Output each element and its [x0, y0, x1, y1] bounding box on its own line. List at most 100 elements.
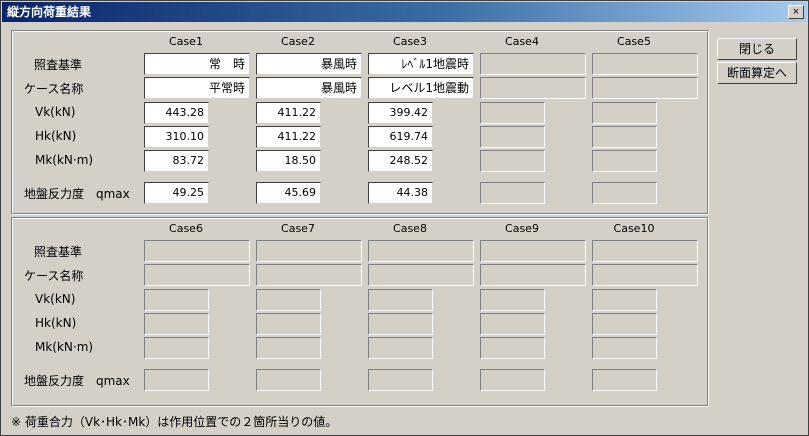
case6-mk-field[interactable]	[144, 337, 209, 359]
case7-qmax-field[interactable]	[256, 369, 321, 391]
footnote: ※ 荷重合力（Vk･Hk･Mk）は作用位置での２箇所当りの値。	[11, 415, 338, 429]
field-value: 平常時	[208, 81, 245, 95]
row-label-name: ケース名称	[24, 82, 84, 96]
row-label-name: ケース名称	[24, 269, 84, 283]
row-label-qmax: 地盤反力度 qmax	[24, 187, 130, 201]
case8-vk-field[interactable]	[368, 289, 433, 311]
case10-name-field[interactable]	[592, 264, 698, 286]
field-value: 399.42	[389, 106, 429, 119]
case-header: Case5	[617, 35, 651, 48]
case4-name-field[interactable]	[480, 77, 586, 99]
case6-vk-field[interactable]	[144, 289, 209, 311]
row-label-mk: Mk(kN·m)	[35, 340, 94, 354]
field-value: 619.74	[389, 130, 429, 143]
case3-mk-field[interactable]: 248.52	[368, 150, 433, 172]
close-button[interactable]: 閉じる	[717, 38, 797, 60]
case5-qmax-field[interactable]	[592, 182, 657, 204]
case3-qmax-field[interactable]: 44.38	[368, 182, 433, 204]
case8-criteria-field[interactable]	[368, 240, 474, 262]
case1-vk-field[interactable]: 443.28	[144, 102, 209, 124]
case8-qmax-field[interactable]	[368, 369, 433, 391]
case2-hk-field[interactable]: 411.22	[256, 126, 321, 148]
case-header: Case10	[613, 222, 655, 235]
field-value: 常 時	[208, 57, 245, 71]
window-title: 縦方向荷重結果	[7, 5, 92, 19]
case-header: Case9	[505, 222, 539, 235]
top-cases-panel: Case1 Case2 Case3 Case4 Case5 照査基準 ケース名称 Vk(kN)…	[11, 30, 709, 215]
case1-hk-field[interactable]: 310.10	[144, 126, 209, 148]
case8-mk-field[interactable]	[368, 337, 433, 359]
case4-qmax-field[interactable]	[480, 182, 545, 204]
field-value: 443.28	[165, 106, 205, 119]
case9-criteria-field[interactable]	[480, 240, 586, 262]
case4-mk-field[interactable]	[480, 150, 545, 172]
case5-mk-field[interactable]	[592, 150, 657, 172]
row-label-criteria: 照査基準	[34, 58, 83, 72]
case1-name-field[interactable]: 平常時	[144, 77, 250, 99]
field-value: 411.22	[277, 106, 317, 119]
case7-mk-field[interactable]	[256, 337, 321, 359]
case9-mk-field[interactable]	[480, 337, 545, 359]
field-value: 411.22	[277, 130, 317, 143]
field-value: 45.69	[284, 186, 317, 199]
case6-criteria-field[interactable]	[144, 240, 250, 262]
section-calc-button[interactable]: 断面算定へ	[717, 62, 797, 84]
case7-hk-field[interactable]	[256, 313, 321, 335]
case8-name-field[interactable]	[368, 264, 474, 286]
case6-hk-field[interactable]	[144, 313, 209, 335]
case4-hk-field[interactable]	[480, 126, 545, 148]
case10-hk-field[interactable]	[592, 313, 657, 335]
title-bar[interactable]: 縦方向荷重結果 ×	[2, 2, 807, 22]
case3-vk-field[interactable]: 399.42	[368, 102, 433, 124]
field-value: 310.10	[165, 130, 205, 143]
field-value: 暴風時	[320, 81, 357, 95]
case2-qmax-field[interactable]: 45.69	[256, 182, 321, 204]
case6-qmax-field[interactable]	[144, 369, 209, 391]
field-value: 暴風時	[320, 57, 357, 71]
case5-vk-field[interactable]	[592, 102, 657, 124]
field-value: レベル1地震動	[389, 81, 469, 95]
case9-vk-field[interactable]	[480, 289, 545, 311]
case7-criteria-field[interactable]	[256, 240, 362, 262]
case4-criteria-field[interactable]	[480, 53, 586, 75]
case3-name-field[interactable]: レベル1地震動	[368, 77, 474, 99]
row-label-mk: Mk(kN·m)	[35, 153, 94, 167]
case6-name-field[interactable]	[144, 264, 250, 286]
case10-criteria-field[interactable]	[592, 240, 698, 262]
field-value: 49.25	[172, 186, 205, 199]
case1-criteria-field[interactable]: 常 時	[144, 53, 250, 75]
case5-hk-field[interactable]	[592, 126, 657, 148]
case9-name-field[interactable]	[480, 264, 586, 286]
row-label-qmax: 地盤反力度 qmax	[24, 374, 130, 388]
case2-name-field[interactable]: 暴風時	[256, 77, 362, 99]
close-icon[interactable]: ×	[788, 5, 804, 19]
case-header: Case3	[393, 35, 427, 48]
case-header: Case4	[505, 35, 539, 48]
case10-mk-field[interactable]	[592, 337, 657, 359]
case5-criteria-field[interactable]	[592, 53, 698, 75]
case2-mk-field[interactable]: 18.50	[256, 150, 321, 172]
case1-mk-field[interactable]: 83.72	[144, 150, 209, 172]
case9-qmax-field[interactable]	[480, 369, 545, 391]
case7-name-field[interactable]	[256, 264, 362, 286]
case3-criteria-field[interactable]: ﾚﾍﾞﾙ1地震時	[368, 53, 474, 75]
case1-qmax-field[interactable]: 49.25	[144, 182, 209, 204]
dialog-window: 縦方向荷重結果 × Case1 Case2 Case3 Case4 Case5 照査基準ケ…	[0, 0, 809, 436]
case-header: Case8	[393, 222, 427, 235]
case2-criteria-field[interactable]: 暴風時	[256, 53, 362, 75]
case8-hk-field[interactable]	[368, 313, 433, 335]
case2-vk-field[interactable]: 411.22	[256, 102, 321, 124]
bottom-cases-panel: Case6 Case7 Case8 Case9 Case10 照査基準 ケース名称 Vk(kN…	[11, 217, 709, 407]
case4-vk-field[interactable]	[480, 102, 545, 124]
field-value: 248.52	[389, 154, 429, 167]
case10-vk-field[interactable]	[592, 289, 657, 311]
case9-hk-field[interactable]	[480, 313, 545, 335]
case10-qmax-field[interactable]	[592, 369, 657, 391]
field-value: ﾚﾍﾞﾙ1地震時	[401, 57, 469, 71]
case5-name-field[interactable]	[592, 77, 698, 99]
case7-vk-field[interactable]	[256, 289, 321, 311]
row-label-criteria: 照査基準	[34, 245, 83, 259]
row-label-vk: Vk(kN)	[35, 292, 76, 306]
case3-hk-field[interactable]: 619.74	[368, 126, 433, 148]
case-header: Case1	[169, 35, 203, 48]
